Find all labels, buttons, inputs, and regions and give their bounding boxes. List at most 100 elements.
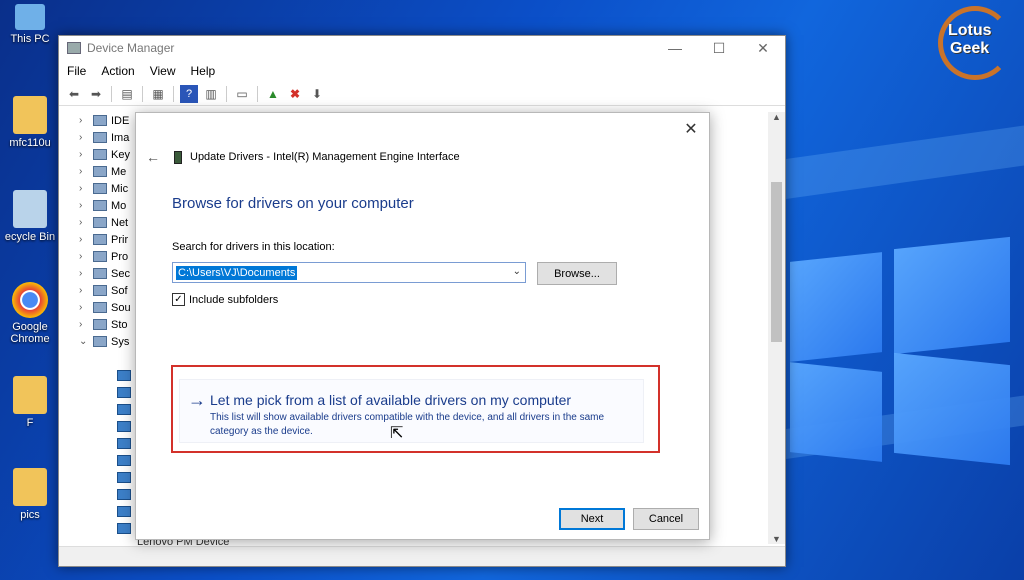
device-category-icon [93, 234, 107, 245]
mouse-cursor-icon: ⇱ [390, 425, 404, 442]
monitor-icon[interactable]: ▭ [233, 85, 251, 103]
lotus-geek-logo: Lotus Geek [938, 6, 1018, 80]
include-subfolders-checkbox[interactable]: ✓ [172, 293, 185, 306]
toolbar: ⬅ ➡ ▤ ▦ ? ▥ ▭ ▲ ✖ ⬇ [59, 82, 785, 106]
device-category-icon [93, 149, 107, 160]
download-icon[interactable]: ⬇ [308, 85, 326, 103]
folder-icon [13, 468, 47, 506]
system-device-icon[interactable] [117, 404, 131, 415]
close-button[interactable]: ✕ [741, 36, 785, 60]
cancel-button[interactable]: Cancel [633, 508, 699, 530]
device-category-icon [93, 268, 107, 279]
device-category-icon [93, 217, 107, 228]
this-pc-icon [15, 4, 45, 30]
arrow-right-icon: → [188, 390, 206, 410]
tree-item[interactable]: › IDE [79, 112, 139, 129]
system-device-icon[interactable] [117, 506, 131, 517]
path-value[interactable]: C:\Users\VJ\Documents [176, 266, 298, 280]
include-subfolders-label: Include subfolders [189, 293, 279, 306]
vertical-scrollbar[interactable]: ▲ ▼ [768, 112, 785, 544]
menu-file[interactable]: File [67, 64, 86, 78]
uninstall-icon[interactable]: ✖ [286, 85, 304, 103]
menu-bar: File Action View Help [59, 60, 785, 82]
update-driver-icon[interactable]: ▲ [264, 85, 282, 103]
dialog-header: ← Update Drivers - Intel(R) Management E… [146, 149, 460, 165]
device-category-icon [93, 132, 107, 143]
desktop-icon-pics[interactable]: pics [0, 468, 60, 521]
system-device-icon[interactable] [117, 438, 131, 449]
device-icon [174, 150, 182, 164]
system-device-icon[interactable] [117, 421, 131, 432]
device-category-icon [93, 200, 107, 211]
device-category-icon [93, 302, 107, 313]
window-title: Device Manager [87, 41, 175, 55]
chevron-down-icon[interactable]: ⌄ [513, 266, 521, 277]
pick-from-list-option[interactable]: → Let me pick from a list of available d… [179, 379, 644, 443]
tree-item[interactable]: › Me [79, 163, 139, 180]
menu-help[interactable]: Help [191, 64, 216, 78]
maximize-button[interactable]: ☐ [697, 36, 741, 60]
device-category-icon [93, 251, 107, 262]
menu-action[interactable]: Action [101, 64, 134, 78]
dialog-title: Update Drivers - Intel(R) Management Eng… [190, 151, 460, 163]
device-category-icon [93, 285, 107, 296]
windows-logo [790, 235, 1010, 466]
desktop-icon-chrome[interactable]: Google Chrome [0, 282, 60, 345]
device-category-icon [93, 166, 107, 177]
folder-icon [13, 96, 47, 134]
pick-from-list-link[interactable]: Let me pick from a list of available dri… [210, 392, 571, 408]
scroll-down-icon: ▼ [772, 534, 781, 544]
tree-item[interactable]: › Sec [79, 265, 139, 282]
tree-item[interactable]: › Mo [79, 197, 139, 214]
forward-arrow-icon[interactable]: ➡ [87, 85, 105, 103]
system-device-icon[interactable] [117, 472, 131, 483]
folder-icon [13, 376, 47, 414]
tree-item[interactable]: › Sof [79, 282, 139, 299]
menu-view[interactable]: View [150, 64, 176, 78]
system-device-icon[interactable] [117, 387, 131, 398]
status-bar [59, 546, 785, 566]
device-category-icon [93, 183, 107, 194]
next-button[interactable]: Next [559, 508, 625, 530]
desktop-icon-this-pc[interactable]: This PC [0, 4, 60, 45]
tree-item[interactable]: › Pro [79, 248, 139, 265]
path-combobox[interactable]: C:\Users\VJ\Documents ⌄ [172, 262, 526, 283]
scroll-thumb[interactable] [771, 182, 782, 342]
help-icon[interactable]: ? [180, 84, 198, 103]
pick-from-list-description: This list will show available drivers co… [210, 412, 605, 437]
device-manager-icon [67, 42, 81, 54]
device-category-icon [93, 319, 107, 330]
tree-item[interactable]: › Mic [79, 180, 139, 197]
back-arrow-icon[interactable]: ⬅ [65, 85, 83, 103]
include-subfolders-row[interactable]: ✓ Include subfolders [172, 293, 278, 306]
chrome-icon [12, 282, 48, 318]
device-tree: › IDE › Ima › Key › Me › Mic › Mo › Net › Prir ›… [79, 112, 139, 350]
highlight-box: → Let me pick from a list of available d… [171, 365, 660, 453]
back-button[interactable]: ← [146, 149, 160, 165]
search-location-label: Search for drivers in this location: [172, 241, 335, 253]
properties-icon[interactable]: ▤ [118, 85, 136, 103]
desktop-icon-mfc110u[interactable]: mfc110u [0, 96, 60, 149]
desktop-icon-f[interactable]: F [0, 376, 60, 429]
system-device-icon[interactable] [117, 455, 131, 466]
desktop-icon-recycle-bin[interactable]: ecycle Bin [0, 190, 60, 243]
tree-item[interactable]: › Key [79, 146, 139, 163]
system-device-icon[interactable] [117, 489, 131, 500]
tree-item[interactable]: › Sou [79, 299, 139, 316]
tree-item[interactable]: › Ima [79, 129, 139, 146]
tree-item[interactable]: › Sto [79, 316, 139, 333]
system-device-icon[interactable] [117, 523, 131, 534]
dialog-close-button[interactable]: ✕ [681, 119, 701, 139]
show-hidden-icon[interactable]: ▦ [149, 85, 167, 103]
recycle-bin-icon [13, 190, 47, 228]
tree-item[interactable]: ⌄ Sys [79, 333, 139, 350]
view-icon[interactable]: ▥ [202, 85, 220, 103]
tree-item[interactable]: › Net [79, 214, 139, 231]
system-device-icon[interactable] [117, 370, 131, 381]
device-category-icon [93, 115, 107, 126]
minimize-button[interactable]: — [653, 36, 697, 60]
update-drivers-dialog: ✕ ← Update Drivers - Intel(R) Management… [135, 112, 710, 540]
browse-button[interactable]: Browse... [537, 262, 617, 285]
page-heading: Browse for drivers on your computer [172, 195, 414, 212]
tree-item[interactable]: › Prir [79, 231, 139, 248]
